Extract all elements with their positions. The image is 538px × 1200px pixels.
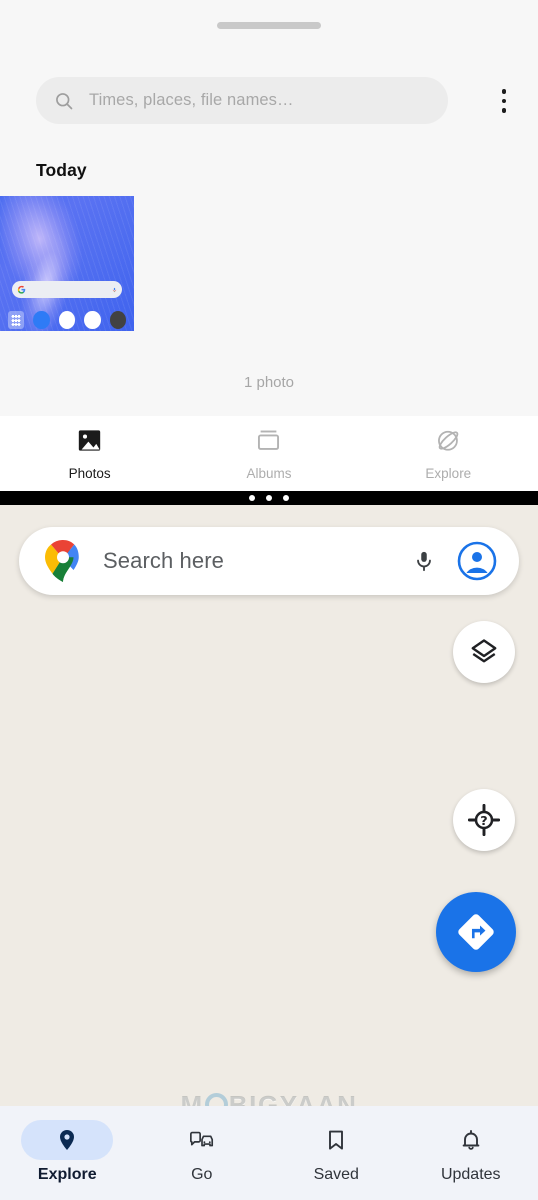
maps-tab-explore-label: Explore (37, 1166, 97, 1183)
photos-bottom-nav: Photos Albums Explore (0, 416, 538, 491)
menu-dot (501, 89, 507, 94)
maps-search-placeholder: Search here (103, 548, 224, 573)
maps-tab-saved-label: Saved (313, 1166, 359, 1183)
menu-dot (501, 108, 507, 113)
search-icon (54, 91, 74, 111)
tab-explore-label: Explore (425, 465, 472, 481)
bookmark-icon (329, 1130, 344, 1150)
app-drawer-icon (8, 311, 25, 329)
dock-app-icon (84, 311, 101, 329)
commute-icon (189, 1131, 213, 1147)
nav-icon-wrap (156, 1120, 248, 1160)
nav-icon-wrap (290, 1120, 382, 1160)
drag-handle[interactable] (217, 22, 321, 29)
maps-search-input[interactable]: Search here (19, 527, 519, 595)
layers-icon (471, 639, 497, 663)
tab-photos[interactable]: Photos (0, 427, 179, 481)
dock-app-icon (58, 311, 76, 329)
directions-button[interactable] (436, 892, 516, 972)
maps-tab-updates[interactable]: Updates (404, 1120, 538, 1184)
directions-arrow-icon (458, 914, 494, 950)
photo-thumbnail[interactable] (0, 196, 134, 331)
section-header-today: Today (36, 160, 87, 180)
tab-albums-label: Albums (246, 465, 292, 481)
divider-dot (266, 495, 272, 501)
maps-bottom-nav: Explore Go Saved Updates (0, 1106, 538, 1200)
microphone-icon (112, 287, 117, 292)
menu-dot (501, 98, 507, 104)
layers-button[interactable] (453, 621, 515, 683)
google-photos-app: Times, places, file names… Today 1 photo (0, 0, 538, 416)
screenshot-divider (0, 491, 538, 505)
photos-search-placeholder: Times, places, file names… (89, 91, 294, 109)
my-location-button[interactable]: ? (453, 789, 515, 851)
microphone-icon[interactable] (413, 547, 435, 575)
more-vertical-icon[interactable] (484, 80, 524, 122)
active-pill (21, 1120, 114, 1160)
google-g-icon (17, 285, 26, 294)
divider-dot (283, 495, 289, 501)
tab-albums[interactable]: Albums (179, 427, 358, 481)
maps-tab-explore[interactable]: Explore (0, 1120, 135, 1184)
tab-photos-label: Photos (68, 465, 111, 481)
dock-camera-icon (109, 311, 127, 329)
photo-icon (76, 427, 103, 459)
location-unknown-icon: ? (468, 804, 500, 836)
dock-app-icon (33, 311, 50, 329)
google-maps-app: Search here M BIGYAAN ? (0, 505, 538, 1200)
maps-pin-logo-icon (45, 540, 79, 582)
planet-icon (435, 427, 462, 459)
divider-dot (249, 495, 255, 501)
tab-explore[interactable]: Explore (359, 427, 538, 481)
nav-icon-wrap (425, 1120, 517, 1160)
bell-icon (462, 1130, 480, 1150)
albums-icon (255, 427, 282, 459)
map-pin-icon (60, 1130, 75, 1150)
thumbnail-dock (0, 305, 134, 331)
maps-tab-go[interactable]: Go (135, 1120, 270, 1184)
photo-count-label: 1 photo (243, 374, 295, 391)
account-avatar-icon[interactable] (457, 541, 497, 581)
maps-tab-go-label: Go (191, 1166, 213, 1183)
svg-text:?: ? (480, 814, 487, 829)
maps-tab-saved[interactable]: Saved (269, 1120, 404, 1184)
thumbnail-search-pill (12, 281, 122, 298)
photos-search-input[interactable]: Times, places, file names… (36, 77, 448, 124)
maps-tab-updates-label: Updates (440, 1166, 501, 1183)
